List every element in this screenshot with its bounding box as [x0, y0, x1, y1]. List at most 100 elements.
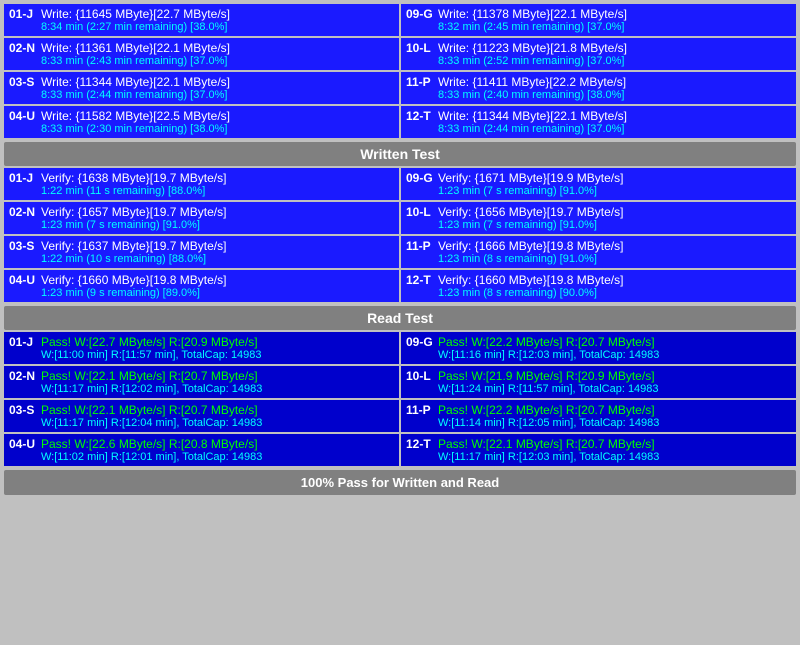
- cell-line2: 1:23 min (8 s remaining) [91.0%]: [438, 253, 791, 265]
- read-grid: 01-J Pass! W:[22.7 MByte/s] R:[20.9 MByte…: [4, 332, 796, 466]
- main-container: 01-JWrite: {11645 MByte}[22.7 MByte/s]8:…: [0, 0, 800, 499]
- cell-line1: Pass! W:[22.2 MByte/s] R:[20.7 MByte/s]: [438, 335, 791, 349]
- cell-line1: Pass! W:[22.1 MByte/s] R:[20.7 MByte/s]: [41, 369, 394, 383]
- cell-09-g: 09-GVerify: {1671 MByte}[19.9 MByte/s]1:…: [401, 168, 796, 200]
- cell-line1: Verify: {1660 MByte}[19.8 MByte/s]: [41, 273, 394, 287]
- cell-label: 04-U: [9, 109, 37, 123]
- cell-label: 09-G: [406, 171, 434, 185]
- cell-line1: Verify: {1656 MByte}[19.7 MByte/s]: [438, 205, 791, 219]
- cell-12-t: 12-T Write: {11344 MByte}[22.1 MByte/s]8:…: [401, 106, 796, 138]
- cell-04-u: 04-U Write: {11582 MByte}[22.5 MByte/s]8:…: [4, 106, 399, 138]
- cell-line2: W:[11:17 min] R:[12:03 min], TotalCap: 1…: [438, 451, 791, 463]
- cell-10-l: 10-L Write: {11223 MByte}[21.8 MByte/s]8:…: [401, 38, 796, 70]
- cell-line1: Verify: {1657 MByte}[19.7 MByte/s]: [41, 205, 394, 219]
- cell-02-n: 02-N Verify: {1657 MByte}[19.7 MByte/s]1:…: [4, 202, 399, 234]
- cell-04-u: 04-U Pass! W:[22.6 MByte/s] R:[20.8 MByte…: [4, 434, 399, 466]
- cell-01-j: 01-J Pass! W:[22.7 MByte/s] R:[20.9 MByte…: [4, 332, 399, 364]
- cell-line1: Pass! W:[22.1 MByte/s] R:[20.7 MByte/s]: [438, 437, 791, 451]
- cell-03-s: 03-S Write: {11344 MByte}[22.1 MByte/s]8:…: [4, 72, 399, 104]
- read-section: 01-J Pass! W:[22.7 MByte/s] R:[20.9 MByte…: [4, 332, 796, 466]
- cell-label: 01-J: [9, 171, 37, 185]
- verify-grid: 01-JVerify: {1638 MByte}[19.7 MByte/s]1:…: [4, 168, 796, 302]
- cell-02-n: 02-N Pass! W:[22.1 MByte/s] R:[20.7 MByte…: [4, 366, 399, 398]
- cell-label: 12-T: [406, 109, 434, 123]
- cell-line2: 8:32 min (2:45 min remaining) [37.0%]: [438, 21, 791, 33]
- cell-line1: Pass! W:[21.9 MByte/s] R:[20.9 MByte/s]: [438, 369, 791, 383]
- cell-label: 11-P: [406, 239, 434, 253]
- cell-line1: Verify: {1638 MByte}[19.7 MByte/s]: [41, 171, 394, 185]
- cell-03-s: 03-S Verify: {1637 MByte}[19.7 MByte/s]1:…: [4, 236, 399, 268]
- cell-line1: Write: {11378 MByte}[22.1 MByte/s]: [438, 7, 791, 21]
- cell-label: 02-N: [9, 205, 37, 219]
- written-test-header: Written Test: [4, 142, 796, 166]
- verify-section: 01-JVerify: {1638 MByte}[19.7 MByte/s]1:…: [4, 168, 796, 330]
- read-test-header: Read Test: [4, 306, 796, 330]
- cell-line2: W:[11:24 min] R:[11:57 min], TotalCap: 1…: [438, 383, 791, 395]
- cell-label: 10-L: [406, 369, 434, 383]
- cell-03-s: 03-SPass! W:[22.1 MByte/s] R:[20.7 MByte…: [4, 400, 399, 432]
- cell-line2: 1:23 min (7 s remaining) [91.0%]: [438, 219, 791, 231]
- cell-11-p: 11-PWrite: {11411 MByte}[22.2 MByte/s]8:…: [401, 72, 796, 104]
- cell-02-n: 02-N Write: {11361 MByte}[22.1 MByte/s]8:…: [4, 38, 399, 70]
- cell-label: 03-S: [9, 403, 37, 417]
- cell-line2: 8:33 min (2:40 min remaining) [38.0%]: [438, 89, 791, 101]
- cell-11-p: 11-P Pass! W:[22.2 MByte/s] R:[20.7 MByte…: [401, 400, 796, 432]
- cell-label: 01-J: [9, 335, 37, 349]
- cell-label: 01-J: [9, 7, 37, 21]
- cell-label: 04-U: [9, 437, 37, 451]
- cell-line1: Pass! W:[22.6 MByte/s] R:[20.8 MByte/s]: [41, 437, 394, 451]
- cell-line2: 8:33 min (2:43 min remaining) [37.0%]: [41, 55, 394, 67]
- cell-10-l: 10-L Pass! W:[21.9 MByte/s] R:[20.9 MByte…: [401, 366, 796, 398]
- cell-label: 03-S: [9, 75, 37, 89]
- cell-10-l: 10-L Verify: {1656 MByte}[19.7 MByte/s]1:…: [401, 202, 796, 234]
- cell-line1: Write: {11344 MByte}[22.1 MByte/s]: [438, 109, 791, 123]
- cell-label: 10-L: [406, 205, 434, 219]
- cell-line2: 8:33 min (2:30 min remaining) [38.0%]: [41, 123, 394, 135]
- cell-09-g: 09-G Write: {11378 MByte}[22.1 MByte/s]8:…: [401, 4, 796, 36]
- cell-line2: 8:33 min (2:44 min remaining) [37.0%]: [41, 89, 394, 101]
- cell-line1: Pass! W:[22.7 MByte/s] R:[20.9 MByte/s]: [41, 335, 394, 349]
- cell-line2: 1:23 min (8 s remaining) [90.0%]: [438, 287, 791, 299]
- cell-label: 04-U: [9, 273, 37, 287]
- cell-label: 11-P: [406, 403, 434, 417]
- cell-line1: Verify: {1637 MByte}[19.7 MByte/s]: [41, 239, 394, 253]
- cell-line2: W:[11:16 min] R:[12:03 min], TotalCap: 1…: [438, 349, 791, 361]
- cell-label: 09-G: [406, 7, 434, 21]
- cell-line2: W:[11:00 min] R:[11:57 min], TotalCap: 1…: [41, 349, 394, 361]
- cell-line1: Write: {11361 MByte}[22.1 MByte/s]: [41, 41, 394, 55]
- cell-line2: 1:22 min (11 s remaining) [88.0%]: [41, 185, 394, 197]
- cell-line2: 8:34 min (2:27 min remaining) [38.0%]: [41, 21, 394, 33]
- cell-12-t: 12-T Verify: {1660 MByte}[19.8 MByte/s]1:…: [401, 270, 796, 302]
- cell-line2: 8:33 min (2:52 min remaining) [37.0%]: [438, 55, 791, 67]
- cell-12-t: 12-T Pass! W:[22.1 MByte/s] R:[20.7 MByte…: [401, 434, 796, 466]
- cell-line2: 1:23 min (9 s remaining) [89.0%]: [41, 287, 394, 299]
- cell-11-p: 11-P Verify: {1666 MByte}[19.8 MByte/s]1:…: [401, 236, 796, 268]
- cell-label: 11-P: [406, 75, 434, 89]
- cell-line1: Write: {11582 MByte}[22.5 MByte/s]: [41, 109, 394, 123]
- cell-line1: Write: {11223 MByte}[21.8 MByte/s]: [438, 41, 791, 55]
- cell-line1: Verify: {1666 MByte}[19.8 MByte/s]: [438, 239, 791, 253]
- cell-label: 09-G: [406, 335, 434, 349]
- cell-label: 12-T: [406, 273, 434, 287]
- cell-line1: Verify: {1660 MByte}[19.8 MByte/s]: [438, 273, 791, 287]
- cell-label: 03-S: [9, 239, 37, 253]
- cell-label: 10-L: [406, 41, 434, 55]
- cell-line2: W:[11:14 min] R:[12:05 min], TotalCap: 1…: [438, 417, 791, 429]
- cell-01-j: 01-J Write: {11645 MByte}[22.7 MByte/s]8:…: [4, 4, 399, 36]
- cell-label: 12-T: [406, 437, 434, 451]
- cell-04-u: 04-U Verify: {1660 MByte}[19.8 MByte/s]1:…: [4, 270, 399, 302]
- cell-09-g: 09-G Pass! W:[22.2 MByte/s] R:[20.7 MByte…: [401, 332, 796, 364]
- cell-line1: Verify: {1671 MByte}[19.9 MByte/s]: [438, 171, 791, 185]
- cell-line2: W:[11:02 min] R:[12:01 min], TotalCap: 1…: [41, 451, 394, 463]
- cell-line2: 1:22 min (10 s remaining) [88.0%]: [41, 253, 394, 265]
- cell-line2: W:[11:17 min] R:[12:02 min], TotalCap: 1…: [41, 383, 394, 395]
- cell-line2: W:[11:17 min] R:[12:04 min], TotalCap: 1…: [41, 417, 394, 429]
- cell-label: 02-N: [9, 369, 37, 383]
- cell-line2: 1:23 min (7 s remaining) [91.0%]: [41, 219, 394, 231]
- cell-line1: Pass! W:[22.2 MByte/s] R:[20.7 MByte/s]: [438, 403, 791, 417]
- write-grid: 01-JWrite: {11645 MByte}[22.7 MByte/s]8:…: [4, 4, 796, 138]
- cell-line1: Write: {11645 MByte}[22.7 MByte/s]: [41, 7, 394, 21]
- cell-line1: Write: {11344 MByte}[22.1 MByte/s]: [41, 75, 394, 89]
- cell-line2: 8:33 min (2:44 min remaining) [37.0%]: [438, 123, 791, 135]
- cell-label: 02-N: [9, 41, 37, 55]
